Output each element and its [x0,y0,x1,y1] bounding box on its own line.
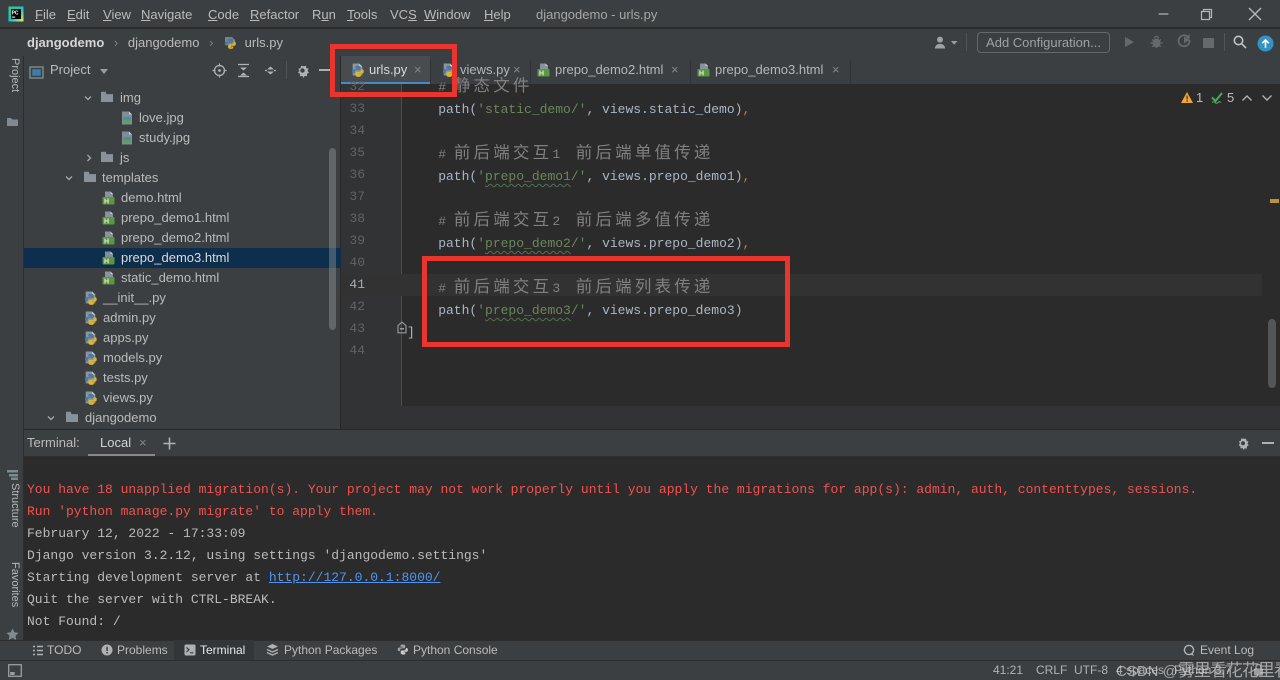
svg-text:PC: PC [12,10,19,16]
svg-text:H: H [104,198,109,205]
svg-text:H: H [104,238,109,245]
svg-text:H: H [104,258,109,265]
svg-text:H: H [104,218,109,225]
svg-text:H: H [104,278,109,285]
